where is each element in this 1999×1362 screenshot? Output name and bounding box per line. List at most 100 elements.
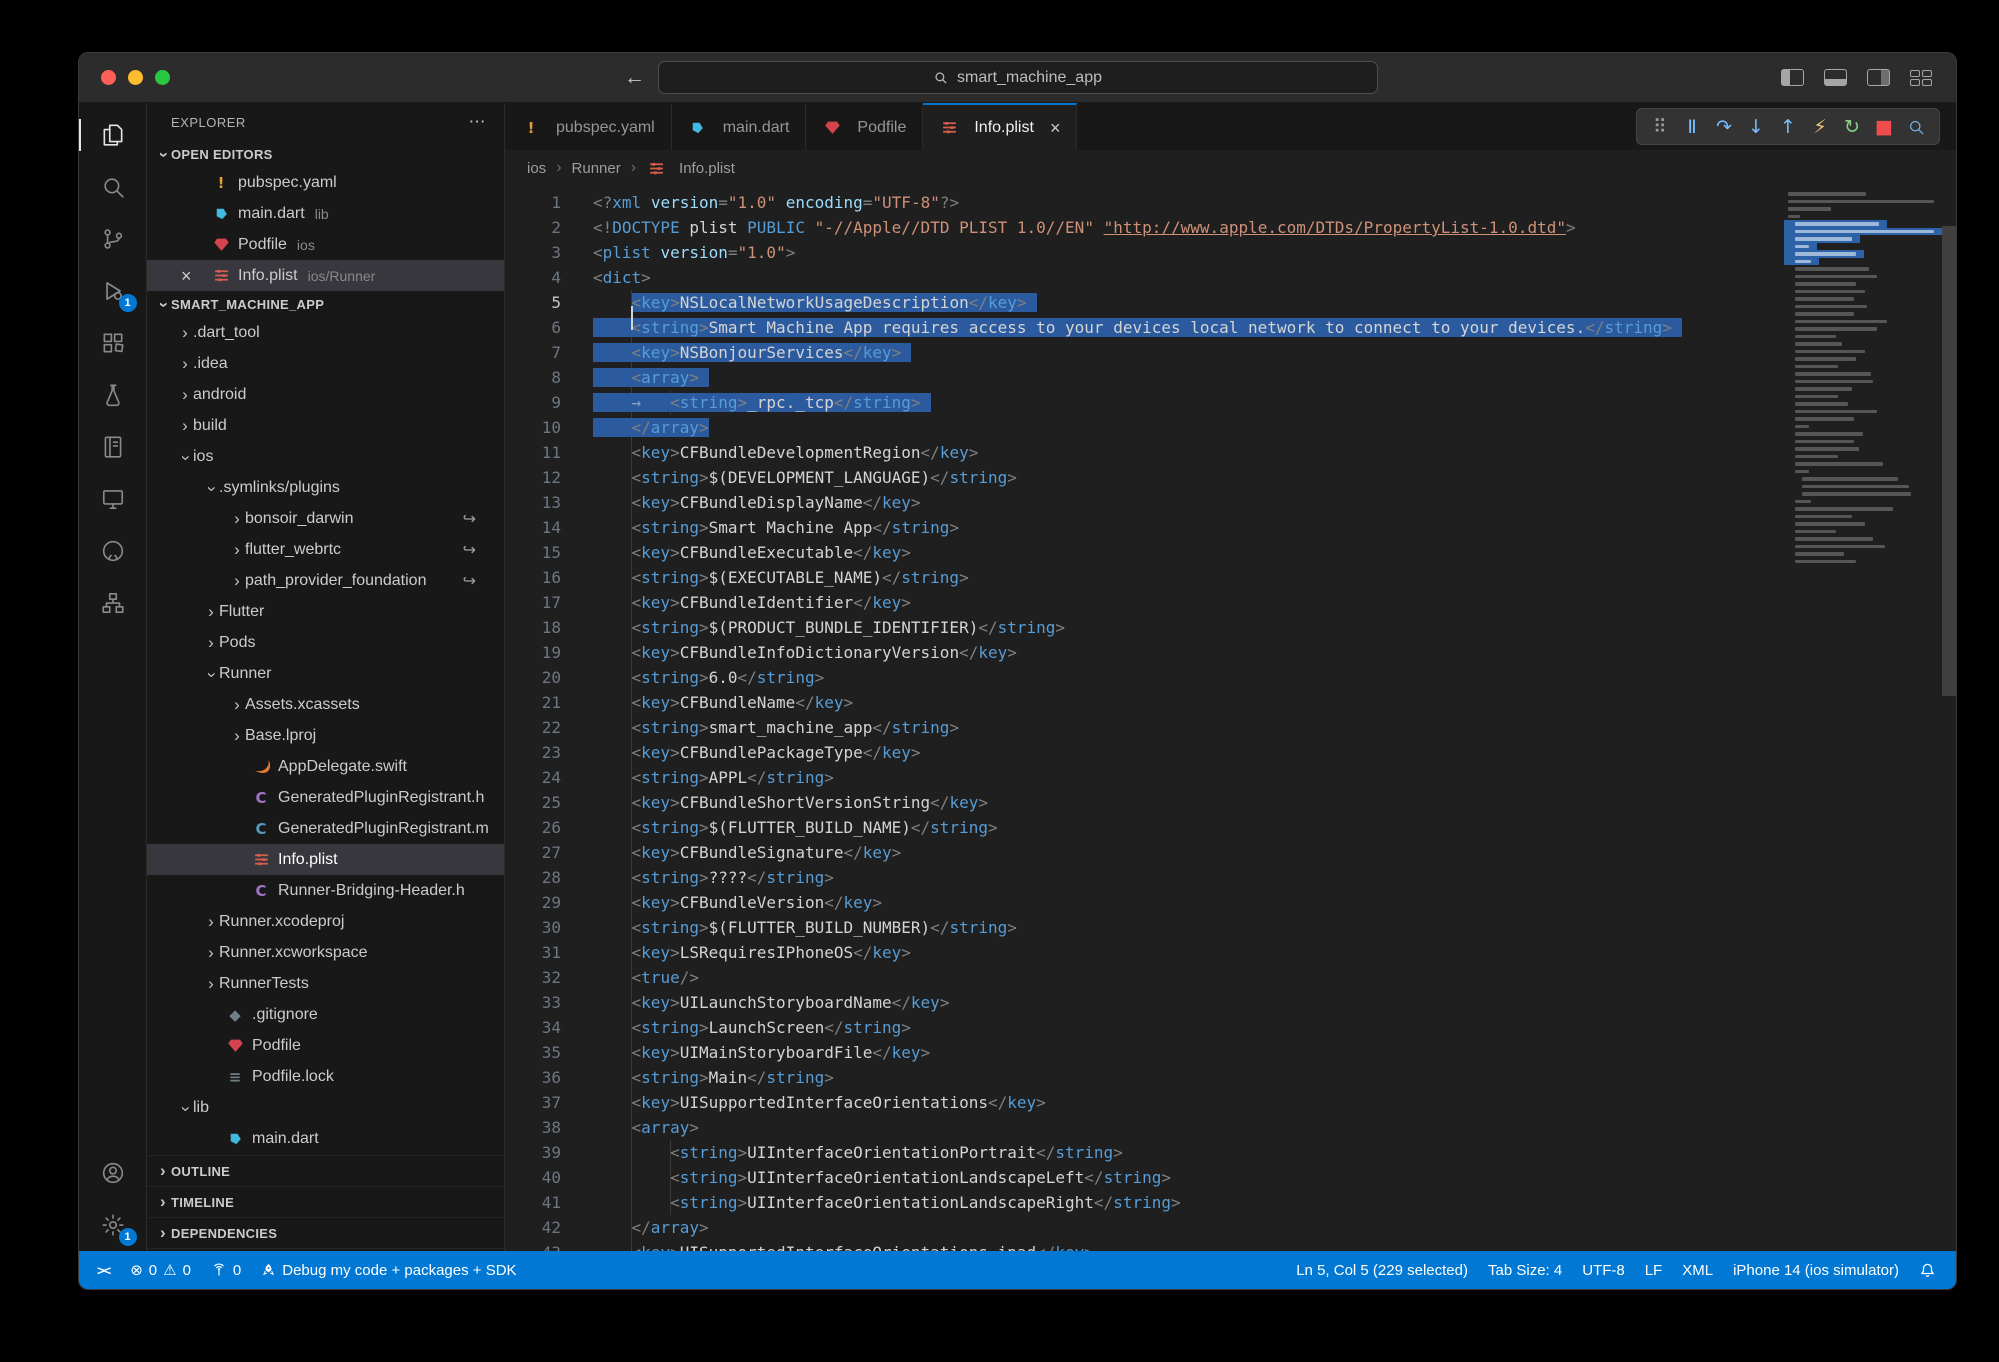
line-number[interactable]: 27 (505, 840, 561, 865)
line-number[interactable]: 16 (505, 565, 561, 590)
status-ports[interactable]: 0 (201, 1251, 251, 1289)
scrollbar[interactable] (1942, 186, 1956, 1251)
github-icon[interactable] (79, 525, 147, 577)
line-number[interactable]: 15 (505, 540, 561, 565)
tree-folder-.dart_tool[interactable]: ›.dart_tool (147, 317, 504, 348)
line-number[interactable]: 29 (505, 890, 561, 915)
run-debug-icon[interactable]: 1 (79, 265, 147, 317)
tree-file-Info.plist[interactable]: Info.plist (147, 844, 504, 875)
notebook-icon[interactable] (79, 421, 147, 473)
stop-button[interactable]: ■ (1869, 112, 1899, 142)
tab-Podfile[interactable]: Podfile (806, 103, 923, 150)
step-out-button[interactable]: ↑ (1773, 112, 1803, 142)
line-number[interactable]: 5 (505, 290, 561, 315)
line-number[interactable]: 3 (505, 240, 561, 265)
line-number[interactable]: 33 (505, 990, 561, 1015)
tree-folder-flutter_webrtc[interactable]: ›flutter_webrtc↪ (147, 534, 504, 565)
toggle-secondary-sidebar-icon[interactable] (1867, 69, 1890, 86)
line-number[interactable]: 4 (505, 265, 561, 290)
line-number[interactable]: 31 (505, 940, 561, 965)
line-number[interactable]: 6 (505, 315, 561, 340)
pause-button[interactable]: Ⅱ (1677, 112, 1707, 142)
open-editors-header[interactable]: › OPEN EDITORS (147, 141, 504, 167)
line-number[interactable]: 26 (505, 815, 561, 840)
tree-folder-Runner[interactable]: ›Runner (147, 658, 504, 689)
line-number[interactable]: 20 (505, 665, 561, 690)
status-device[interactable]: iPhone 14 (ios simulator) (1723, 1251, 1909, 1289)
tree-folder-.symlinks/plugins[interactable]: ›.symlinks/plugins (147, 472, 504, 503)
line-number[interactable]: 8 (505, 365, 561, 390)
search-icon[interactable] (79, 161, 147, 213)
tree-folder-Flutter[interactable]: ›Flutter (147, 596, 504, 627)
tree-folder-RunnerTests[interactable]: ›RunnerTests (147, 968, 504, 999)
step-into-button[interactable]: ↓ (1741, 112, 1771, 142)
status-cursor-position[interactable]: Ln 5, Col 5 (229 selected) (1286, 1251, 1478, 1289)
tree-file-GeneratedPluginRegistrant.h[interactable]: CGeneratedPluginRegistrant.h (147, 782, 504, 813)
line-number[interactable]: 25 (505, 790, 561, 815)
extensions-icon[interactable] (79, 317, 147, 369)
project-root-header[interactable]: › SMART_MACHINE_APP (147, 291, 504, 317)
step-over-button[interactable]: ↷ (1709, 112, 1739, 142)
close-window-button[interactable] (101, 70, 116, 85)
line-number[interactable]: 1 (505, 190, 561, 215)
tree-file-.gitignore[interactable]: ◆.gitignore (147, 999, 504, 1030)
line-number[interactable]: 17 (505, 590, 561, 615)
more-actions-button[interactable]: ⋯ (469, 112, 487, 132)
line-number[interactable]: 42 (505, 1215, 561, 1240)
close-icon[interactable]: × (1050, 119, 1061, 137)
line-number[interactable]: 23 (505, 740, 561, 765)
breadcrumb-item[interactable]: Runner (572, 160, 621, 177)
status-encoding[interactable]: UTF-8 (1572, 1251, 1635, 1289)
tree-folder-android[interactable]: ›android (147, 379, 504, 410)
line-number[interactable]: 9 (505, 390, 561, 415)
line-number[interactable]: 32 (505, 965, 561, 990)
code-editor[interactable]: 1<?xml version="1.0" encoding="UTF-8"?>2… (505, 186, 1956, 1251)
tree-folder-.idea[interactable]: ›.idea (147, 348, 504, 379)
tree-folder-path_provider_foundation[interactable]: ›path_provider_foundation↪ (147, 565, 504, 596)
tree-folder-Runner.xcodeproj[interactable]: ›Runner.xcodeproj (147, 906, 504, 937)
line-number[interactable]: 41 (505, 1190, 561, 1215)
tree-folder-Pods[interactable]: ›Pods (147, 627, 504, 658)
line-number[interactable]: 14 (505, 515, 561, 540)
section-timeline[interactable]: ›TIMELINE (147, 1187, 504, 1218)
tree-folder-ios[interactable]: ›ios (147, 441, 504, 472)
line-number[interactable]: 2 (505, 215, 561, 240)
tab-pubspec.yaml[interactable]: !pubspec.yaml (505, 103, 672, 150)
toggle-sidebar-icon[interactable] (1781, 69, 1804, 86)
explorer-icon[interactable] (79, 109, 147, 161)
status-dart-debug-mode[interactable]: Debug my code + packages + SDK (251, 1251, 526, 1289)
drag-handle-button[interactable]: ⠿ (1645, 112, 1675, 142)
hierarchy-icon[interactable] (79, 577, 147, 629)
settings-icon[interactable]: 1 (79, 1199, 147, 1251)
back-button[interactable]: ← (624, 66, 645, 90)
line-number[interactable]: 40 (505, 1165, 561, 1190)
line-number[interactable]: 28 (505, 865, 561, 890)
line-number[interactable]: 11 (505, 440, 561, 465)
line-number[interactable]: 36 (505, 1065, 561, 1090)
tree-file-GeneratedPluginRegistrant.m[interactable]: CGeneratedPluginRegistrant.m (147, 813, 504, 844)
status-problems[interactable]: ⊗0⚠0 (120, 1251, 201, 1289)
line-number[interactable]: 10 (505, 415, 561, 440)
line-number[interactable]: 7 (505, 340, 561, 365)
status-language-mode[interactable]: XML (1672, 1251, 1723, 1289)
line-number[interactable]: 39 (505, 1140, 561, 1165)
tree-folder-Runner.xcworkspace[interactable]: ›Runner.xcworkspace (147, 937, 504, 968)
line-number[interactable]: 30 (505, 915, 561, 940)
hot-restart-button[interactable]: ↻ (1837, 112, 1867, 142)
minimap[interactable] (1788, 190, 1940, 565)
line-number[interactable]: 13 (505, 490, 561, 515)
section-outline[interactable]: ›OUTLINE (147, 1156, 504, 1187)
tab-main.dart[interactable]: main.dart (672, 103, 807, 150)
minimize-window-button[interactable] (128, 70, 143, 85)
tree-folder-Assets.xcassets[interactable]: ›Assets.xcassets (147, 689, 504, 720)
tree-file-AppDelegate.swift[interactable]: AppDelegate.swift (147, 751, 504, 782)
tree-file-Podfile.lock[interactable]: ≡Podfile.lock (147, 1061, 504, 1092)
line-number[interactable]: 34 (505, 1015, 561, 1040)
account-icon[interactable] (79, 1147, 147, 1199)
open-editor-item[interactable]: !pubspec.yaml (147, 167, 504, 198)
source-control-icon[interactable] (79, 213, 147, 265)
command-center[interactable]: smart_machine_app (658, 61, 1378, 94)
testing-icon[interactable] (79, 369, 147, 421)
tab-Info.plist[interactable]: Info.plist× (923, 103, 1077, 150)
line-number[interactable]: 35 (505, 1040, 561, 1065)
